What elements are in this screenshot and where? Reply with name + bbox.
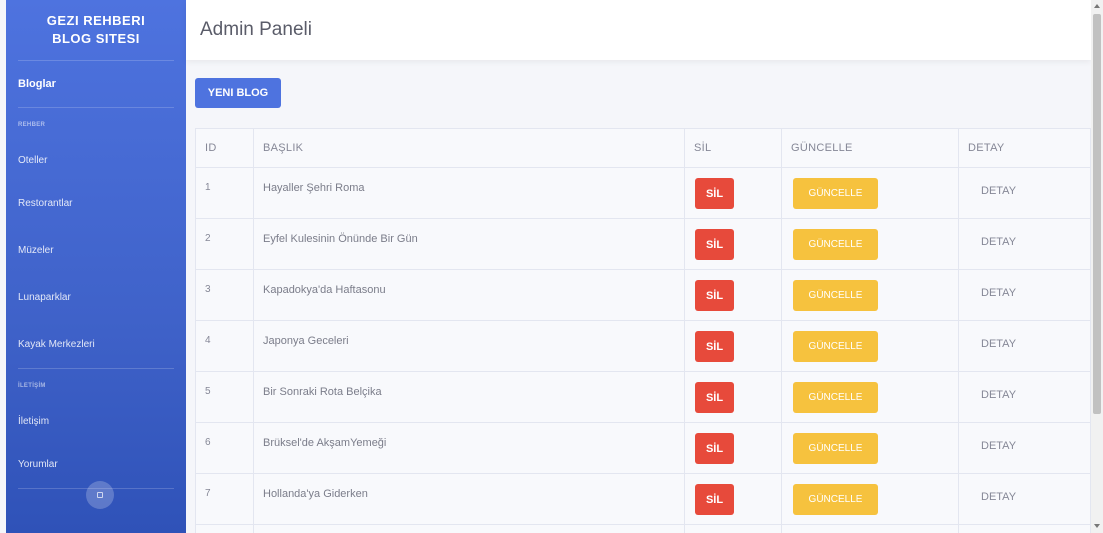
delete-button[interactable]: SİL [695,178,734,209]
update-button[interactable]: GÜNCELLE [793,331,878,362]
table-row: 1 Hayaller Şehri Roma SİL GÜNCELLE DETAY [195,167,1091,219]
sidebar-item-bloglar[interactable]: Bloglar [6,61,186,107]
table-row: 5 Bir Sonraki Rota Belçika SİL GÜNCELLE … [195,371,1091,423]
delete-cell: SİL [684,422,782,474]
delete-button[interactable]: SİL [695,382,734,413]
delete-button[interactable]: SİL [695,280,734,311]
row-id: 4 [195,320,254,372]
row-title: Kapadokya'da Haftasonu [253,269,685,321]
empty-cell [195,524,254,533]
update-cell: GÜNCELLE [781,218,959,270]
sidebar-item-label: Restorantlar [18,198,73,209]
empty-cell [958,524,1091,533]
delete-cell: SİL [684,371,782,423]
page-title: Admin Paneli [200,19,312,40]
update-button[interactable]: GÜNCELLE [793,382,878,413]
sidebar-item-label: Kayak Merkezleri [18,339,95,350]
table-row: 3 Kapadokya'da Haftasonu SİL GÜNCELLE DE… [195,269,1091,321]
scroll-down-arrow-icon[interactable] [1094,524,1100,528]
topbar: Admin Paneli [186,0,1091,60]
table-header-row: ID BAŞLIK SİL GÜNCELLE DETAY [195,128,1091,168]
row-id: 6 [195,422,254,474]
sidebar-heading-rehber: REHBER [18,122,46,128]
column-header-title: BAŞLIK [253,128,685,168]
brand-line-2: BLOG SITESI [52,31,140,46]
sidebar-item-oteller[interactable]: Oteller [6,140,186,180]
sidebar: GEZI REHBERI BLOG SITESI Bloglar REHBER … [6,0,186,533]
blog-table: ID BAŞLIK SİL GÜNCELLE DETAY 1 Hayaller … [195,128,1091,533]
detail-link[interactable]: DETAY [958,167,1091,219]
sidebar-item-label: Müzeler [18,245,54,256]
column-header-update: GÜNCELLE [781,128,959,168]
sidebar-item-lunaparklar[interactable]: Lunaparklar [6,274,186,321]
row-id: 7 [195,473,254,525]
detail-link[interactable]: DETAY [958,371,1091,423]
delete-button[interactable]: SİL [695,484,734,515]
update-button[interactable]: GÜNCELLE [793,280,878,311]
empty-cell [253,524,685,533]
update-button[interactable]: GÜNCELLE [793,229,878,260]
row-title: Bir Sonraki Rota Belçika [253,371,685,423]
row-title: Hayaller Şehri Roma [253,167,685,219]
page-scrollbar[interactable] [1091,0,1103,533]
detail-link[interactable]: DETAY [958,320,1091,372]
scroll-up-arrow-icon[interactable] [1094,4,1100,8]
empty-cell [684,524,782,533]
sidebar-toggle-button[interactable] [86,481,114,509]
update-button[interactable]: GÜNCELLE [793,178,878,209]
sidebar-item-label: İletişim [18,415,50,427]
update-cell: GÜNCELLE [781,371,959,423]
sidebar-item-muzeler[interactable]: Müzeler [6,227,186,274]
detail-link[interactable]: DETAY [958,269,1091,321]
row-id: 2 [195,218,254,270]
table-row: 4 Japonya Geceleri SİL GÜNCELLE DETAY [195,320,1091,372]
delete-cell: SİL [684,473,782,525]
delete-button[interactable]: SİL [695,331,734,362]
sidebar-item-label: Oteller [18,154,48,166]
sidebar-item-iletisim[interactable]: İletişim [6,401,186,441]
row-title: Brüksel'de AkşamYemeği [253,422,685,474]
update-button[interactable]: GÜNCELLE [793,433,878,464]
row-id: 3 [195,269,254,321]
update-cell: GÜNCELLE [781,320,959,372]
update-cell: GÜNCELLE [781,269,959,321]
detail-link[interactable]: DETAY [958,422,1091,474]
table-row-partial [195,524,1091,533]
brand[interactable]: GEZI REHBERI BLOG SITESI [6,0,186,60]
scroll-thumb[interactable] [1093,14,1101,414]
delete-cell: SİL [684,320,782,372]
row-title: Eyfel Kulesinin Önünde Bir Gün [253,218,685,270]
update-cell: GÜNCELLE [781,167,959,219]
delete-cell: SİL [684,269,782,321]
update-cell: GÜNCELLE [781,473,959,525]
sidebar-item-label: Bloglar [18,78,56,90]
table-row: 2 Eyfel Kulesinin Önünde Bir Gün SİL GÜN… [195,218,1091,270]
sidebar-heading-iletisim: İLETİŞİM [18,383,46,389]
row-title: Hollanda'ya Giderken [253,473,685,525]
delete-button[interactable]: SİL [695,433,734,464]
update-cell: GÜNCELLE [781,422,959,474]
table-row: 6 Brüksel'de AkşamYemeği SİL GÜNCELLE DE… [195,422,1091,474]
sidebar-item-label: Lunaparklar [18,292,71,303]
brand-line-1: GEZI REHBERI [46,13,146,28]
update-button[interactable]: GÜNCELLE [793,484,878,515]
delete-cell: SİL [684,167,782,219]
sidebar-toggle-icon [97,492,103,498]
sidebar-item-label: Yorumlar [18,459,58,470]
detail-link[interactable]: DETAY [958,473,1091,525]
delete-cell: SİL [684,218,782,270]
empty-cell [781,524,959,533]
column-header-detail: DETAY [958,128,1091,168]
column-header-id: ID [195,128,254,168]
row-id: 1 [195,167,254,219]
table-row: 7 Hollanda'ya Giderken SİL GÜNCELLE DETA… [195,473,1091,525]
detail-link[interactable]: DETAY [958,218,1091,270]
row-title: Japonya Geceleri [253,320,685,372]
sidebar-item-restorantlar[interactable]: Restorantlar [6,180,186,227]
row-id: 5 [195,371,254,423]
delete-button[interactable]: SİL [695,229,734,260]
sidebar-item-kayak-merkezleri[interactable]: Kayak Merkezleri [6,321,186,368]
new-blog-button[interactable]: YENI BLOG [195,78,281,108]
column-header-delete: SİL [684,128,782,168]
